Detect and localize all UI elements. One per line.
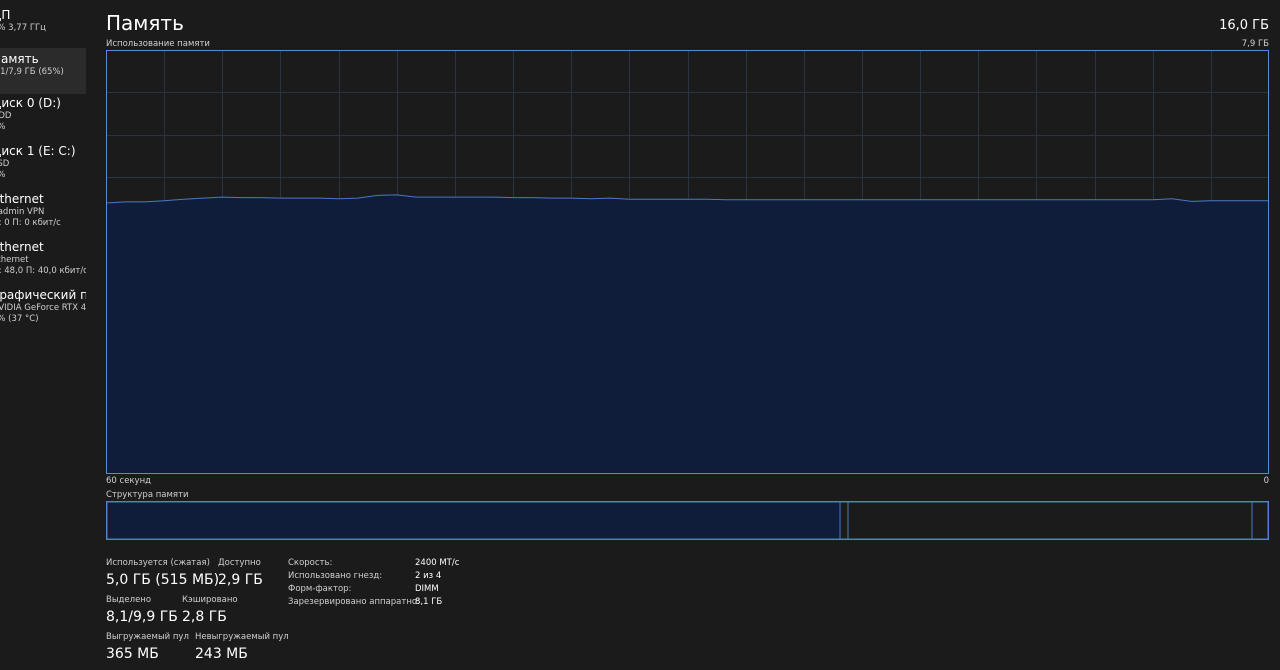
sidebar-item-title: Ethernet: [0, 192, 44, 206]
sidebar-item-detail: 8,1/7,9 ГБ (65%): [0, 67, 64, 77]
sidebar-item-detail: SSD: [0, 159, 10, 169]
memory-usage-graph: [106, 50, 1269, 474]
nonpaged-pool-value: 243 МБ: [195, 646, 248, 662]
structure-standby: [847, 501, 1253, 540]
sidebar-item-usage: О: 48,0 П: 40,0 кбит/с: [0, 266, 86, 276]
hardware-reserved-value: 8,1 ГБ: [415, 597, 443, 607]
hardware-reserved-label: Зарезервировано аппаратно:: [288, 597, 420, 607]
sidebar-item-ethernet[interactable]: Ethernet Ethernet О: 48,0 П: 40,0 кбит/с: [0, 236, 86, 282]
sidebar-item-usage: 0% (37 °C): [0, 314, 39, 324]
sidebar-item-memory[interactable]: Память 8,1/7,9 ГБ (65%): [0, 48, 86, 94]
sidebar-item-title: Графический процессор 0: [0, 288, 86, 302]
committed-label: Выделено: [106, 595, 152, 605]
form-factor-value: DIMM: [415, 584, 439, 594]
sidebar-item-detail: Ethernet: [0, 255, 29, 265]
graph-max-label: 7,9 ГБ: [1241, 39, 1269, 49]
paged-pool-value: 365 МБ: [106, 646, 159, 662]
usage-area: [106, 194, 1269, 474]
sidebar-item-title: Диск 1 (E: C:): [0, 144, 76, 158]
sidebar-item-title: Ethernet: [0, 240, 44, 254]
memory-structure-bar: [106, 501, 1269, 540]
cached-value: 2,8 ГБ: [182, 609, 227, 625]
sidebar-item-ethernet-radmin[interactable]: Ethernet Radmin VPN О: 0 П: 0 кбит/с: [0, 188, 86, 234]
available-label: Доступно: [218, 558, 261, 568]
graph-label: Использование памяти: [106, 39, 210, 49]
page-title: Память: [106, 11, 184, 35]
structure-modified: [839, 501, 849, 540]
sidebar-item-usage: О: 0 П: 0 кбит/с: [0, 218, 61, 228]
in-use-label: Используется (сжатая): [106, 558, 210, 568]
available-value: 2,9 ГБ: [218, 572, 263, 588]
in-use-value: 5,0 ГБ (515 МБ): [106, 572, 220, 588]
slots-label: Использовано гнезд:: [288, 571, 383, 581]
x-axis-left-label: 60 секунд: [106, 476, 152, 486]
sidebar-item-detail: 3% 3,77 ГГц: [0, 23, 46, 33]
sidebar-item-title: ЦП: [0, 8, 11, 22]
speed-value: 2400 МТ/с: [415, 558, 460, 568]
sidebar-item-detail: Radmin VPN: [0, 207, 45, 217]
sidebar-item-usage: 0%: [0, 170, 6, 180]
sidebar-item-disk-1[interactable]: Диск 1 (E: C:) SSD 0%: [0, 140, 86, 186]
cached-label: Кэшировано: [182, 595, 238, 605]
form-factor-label: Форм-фактор:: [288, 584, 352, 594]
sidebar-item-usage: 0%: [0, 122, 6, 132]
sidebar-item-title: Память: [0, 52, 39, 66]
total-memory: 16,0 ГБ: [1219, 18, 1269, 33]
paged-pool-label: Выгружаемый пул: [106, 632, 189, 642]
structure-in-use: [106, 501, 841, 540]
sidebar-item-cpu[interactable]: ЦП 3% 3,77 ГГц: [0, 4, 86, 50]
structure-free: [1251, 501, 1269, 540]
committed-value: 8,1/9,9 ГБ: [106, 609, 178, 625]
sidebar: ЦП 3% 3,77 ГГц Память 8,1/7,9 ГБ (65%) Д…: [0, 0, 86, 670]
sidebar-item-detail: HDD: [0, 111, 12, 121]
x-axis-right-label: 0: [1263, 476, 1269, 486]
sidebar-item-disk-0[interactable]: Диск 0 (D:) HDD 0%: [0, 92, 86, 138]
sidebar-item-title: Диск 0 (D:): [0, 96, 61, 110]
speed-label: Скорость:: [288, 558, 333, 568]
structure-label: Структура памяти: [106, 490, 189, 500]
nonpaged-pool-label: Невыгружаемый пул: [195, 632, 289, 642]
sidebar-item-detail: NVIDIA GeForce RTX 4060: [0, 303, 86, 313]
sidebar-item-gpu[interactable]: Графический процессор 0 NVIDIA GeForce R…: [0, 284, 86, 330]
slots-value: 2 из 4: [415, 571, 442, 581]
